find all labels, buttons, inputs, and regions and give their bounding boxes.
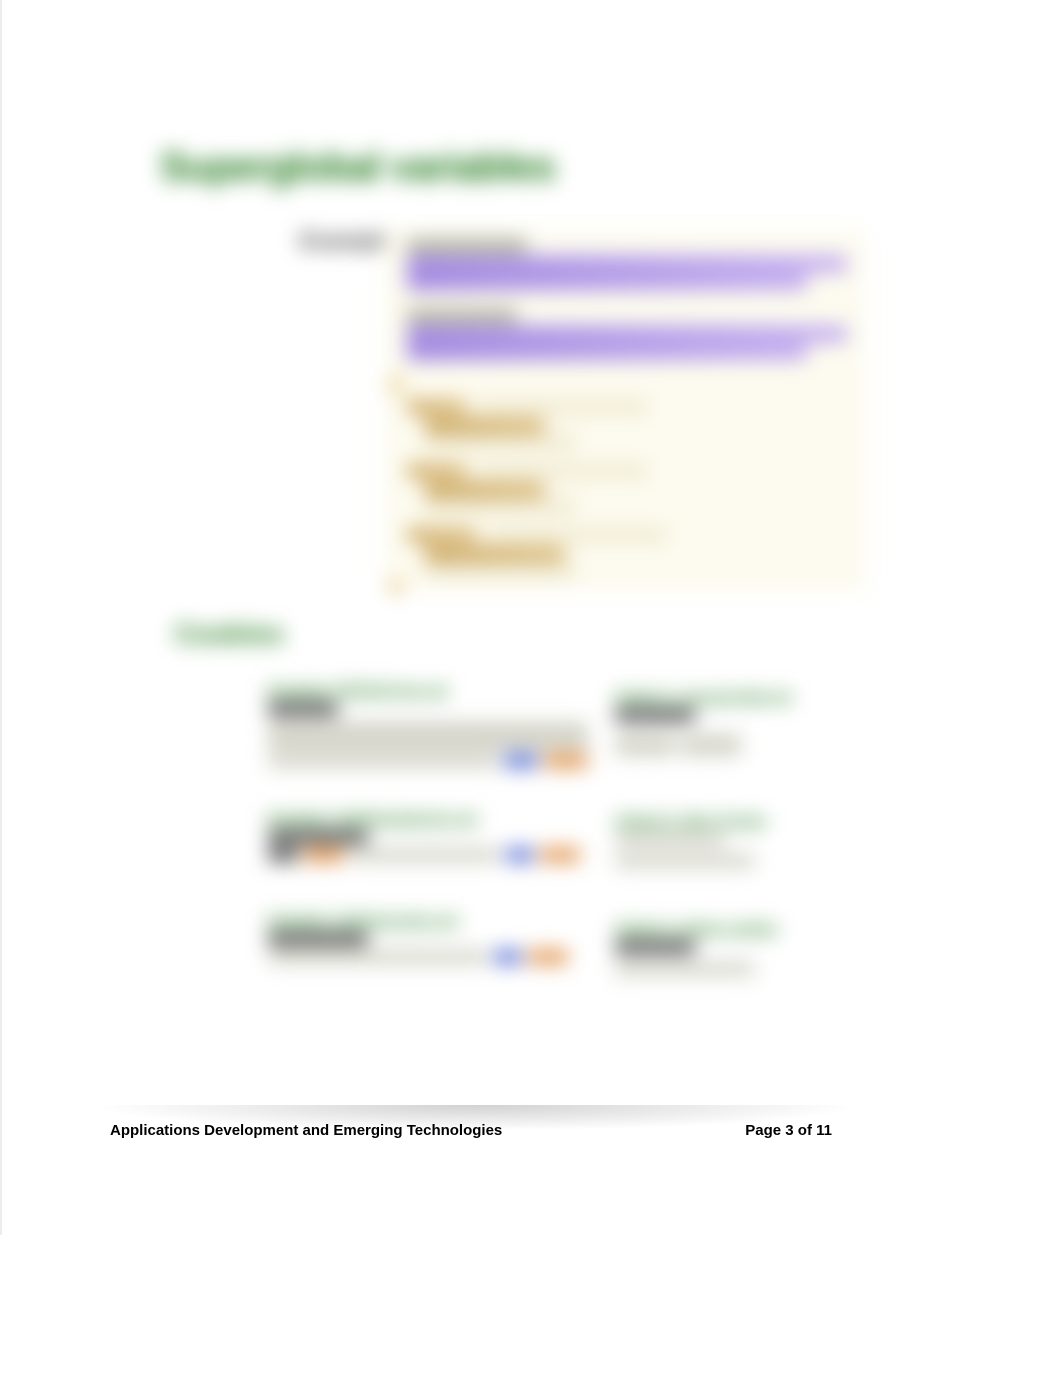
output-3-title: Output 3: delete cookies: [615, 920, 845, 936]
output-block-3: Output 3: delete cookies: [615, 920, 845, 976]
example-label: Example: [300, 228, 391, 254]
footer-course-title: Applications Development and Emerging Te…: [110, 1122, 502, 1139]
blurred-document-body: Superglobal variables Example: [0, 0, 1062, 1100]
example-2-title: Example: GetRedundancies set: [268, 810, 608, 826]
output-1-title: Output 1: unusual date set: [615, 688, 845, 704]
output-2-title: Output 2: after 10 days: [615, 812, 845, 828]
code-sample-image: [385, 230, 865, 590]
page-footer: Applications Development and Emerging Te…: [110, 1122, 832, 1139]
heading-cookies: Cookies: [175, 618, 284, 650]
output-block-1: Output 1: unusual date set: [615, 688, 845, 756]
example-block-3: Example: GetDestructive set: [268, 912, 608, 964]
heading-superglobal: Superglobal variables: [160, 145, 555, 190]
example-block-1: Example: PHPSelf form set: [268, 682, 608, 768]
example-1-title: Example: PHPSelf form set: [268, 682, 608, 698]
example-block-2: Example: GetRedundancies set: [268, 810, 608, 862]
output-block-2: Output 2: after 10 days: [615, 812, 845, 868]
example-3-title: Example: GetDestructive set: [268, 912, 608, 928]
footer-page-number: Page 3 of 11: [745, 1122, 832, 1139]
